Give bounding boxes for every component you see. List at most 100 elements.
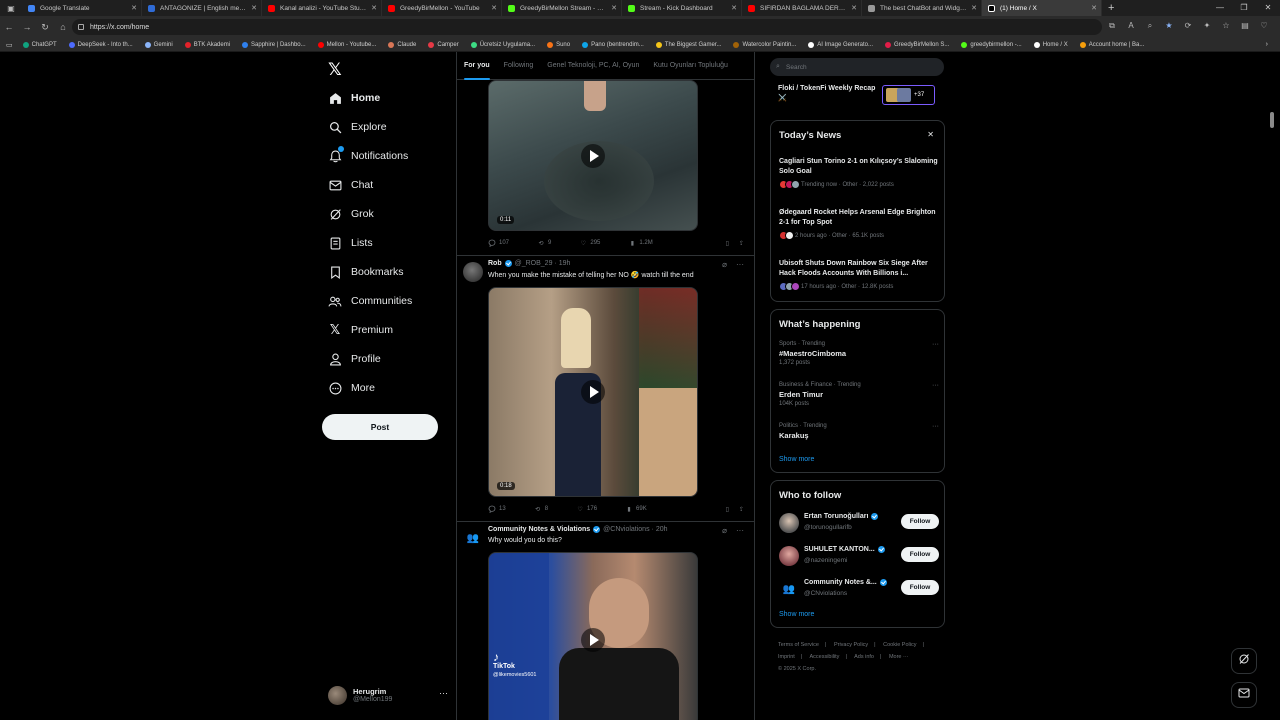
follow-button[interactable]: Follow <box>901 580 939 595</box>
tweet-time[interactable]: 20h <box>656 526 668 533</box>
reply-button[interactable]: 13 <box>488 505 506 513</box>
more-dots-icon[interactable]: ··· <box>736 526 744 535</box>
puzzle-icon[interactable]: ✦ <box>1201 21 1213 30</box>
tab-close-icon[interactable]: ✕ <box>131 4 137 12</box>
new-tab-icon[interactable]: + <box>1108 2 1114 14</box>
follow-button[interactable]: Follow <box>901 547 939 562</box>
news-item[interactable]: Ubisoft Shuts Down Rainbow Six Siege Aft… <box>779 259 939 291</box>
nav-item-communities[interactable]: Communities <box>328 289 412 313</box>
nav-item-chat[interactable]: Chat <box>328 173 373 197</box>
bookmark[interactable]: Claude <box>388 41 416 48</box>
nav-item-premium[interactable]: 𝕏 Premium <box>328 318 393 342</box>
bookmark[interactable]: BTK Akademi <box>184 41 230 48</box>
nav-item-notifications[interactable]: Notifications <box>328 144 408 168</box>
like-button[interactable]: ♡ 295 <box>579 239 601 247</box>
reply-button[interactable]: 107 <box>488 239 509 247</box>
browser-tab[interactable]: SIFIRDAN BAĞLAMA DERSİ 3 (EN... ✕ <box>742 0 862 16</box>
show-more-link[interactable]: Show more <box>779 611 814 618</box>
refresh-extension-icon[interactable]: ⟳ <box>1182 21 1194 30</box>
nav-item-profile[interactable]: Profile <box>328 347 381 371</box>
bookmark[interactable]: Gemini <box>144 41 173 48</box>
x-logo-icon[interactable]: 𝕏 <box>328 60 342 80</box>
maximize-icon[interactable]: ❐ <box>1232 0 1256 16</box>
tweet-time[interactable]: 19h <box>559 260 571 267</box>
home-button-icon[interactable]: ⌂ <box>54 22 72 32</box>
nav-item-home[interactable]: Home <box>328 86 380 110</box>
collections-icon[interactable]: ▤ <box>1239 21 1251 30</box>
url-field[interactable]: https://x.com/home <box>72 19 1102 35</box>
author-handle[interactable]: @_ROB_29 <box>515 260 553 267</box>
repost-button[interactable]: ⟲ 9 <box>537 239 552 247</box>
search-input[interactable]: ⌕ Search <box>770 58 944 76</box>
tab-community-board-games[interactable]: Kutu Oyunları Topluluğu <box>646 52 735 80</box>
play-icon[interactable] <box>581 143 605 168</box>
tab-close-icon[interactable]: ✕ <box>491 4 497 12</box>
tab-close-icon[interactable]: ✕ <box>611 4 617 12</box>
install-app-icon[interactable]: ⧉ <box>1106 21 1118 31</box>
post-button[interactable]: Post <box>322 414 438 440</box>
video-player[interactable]: ♪ TikTok @likemovies5601 <box>488 552 698 720</box>
bookmarks-folder-icon[interactable]: ▭ <box>6 41 13 49</box>
bookmark[interactable]: Pano (bentrendim... <box>582 41 644 48</box>
footer-link[interactable]: Accessibility <box>809 654 839 660</box>
follow-suggestion[interactable]: 👥 Community Notes &... @CNviolations Fol… <box>779 577 939 603</box>
zoom-icon[interactable]: ⌕ <box>1144 21 1156 31</box>
video-player[interactable]: 0:18 <box>488 287 698 497</box>
nav-item-grok[interactable]: Grok <box>328 202 374 226</box>
bookmark[interactable]: Suno <box>547 41 570 48</box>
follow-suggestion[interactable]: SUHULET KANTON... @nazeningemi Follow <box>779 544 939 570</box>
share-icon[interactable]: ⇪ <box>739 506 744 513</box>
tab-for-you[interactable]: For you <box>457 52 497 80</box>
footer-link[interactable]: Ads info <box>854 654 874 660</box>
author-name[interactable]: Rob <box>488 260 502 267</box>
more-dots-icon[interactable]: ··· <box>736 260 744 269</box>
bookmark[interactable]: Sapphire | Dashbo... <box>242 41 306 48</box>
views-button[interactable]: ▮ 1.2M <box>628 239 653 247</box>
site-info-icon[interactable] <box>78 24 84 30</box>
nav-item-more[interactable]: More <box>328 376 375 400</box>
bookmark-icon[interactable]: ▯ <box>726 506 729 513</box>
heart-icon[interactable]: ♡ <box>1258 21 1270 30</box>
news-item[interactable]: Ødegaard Rocket Helps Arsenal Edge Brigh… <box>779 208 939 240</box>
back-icon[interactable]: ← <box>0 22 18 32</box>
tab-close-icon[interactable]: ✕ <box>851 4 857 12</box>
promo-card[interactable]: Floki / TokenFi Weekly Recap ⚔️ +37 <box>778 84 943 108</box>
tab-actions-icon[interactable]: ▣ <box>0 4 22 13</box>
tab-close-icon[interactable]: ✕ <box>971 4 977 12</box>
browser-tab-active[interactable]: (1) Home / X ✕ <box>982 0 1102 16</box>
like-button[interactable]: ♡ 176 <box>576 505 597 513</box>
browser-tab[interactable]: The best ChatBot and Widgets for ...✕ <box>862 0 982 16</box>
share-icon[interactable]: ⇪ <box>739 240 744 247</box>
bookmark[interactable]: The Biggest Gamer... <box>655 41 721 48</box>
page-scrollbar[interactable] <box>1270 112 1274 128</box>
forward-icon[interactable]: → <box>18 22 36 32</box>
reload-icon[interactable]: ↻ <box>36 22 54 33</box>
more-bookmarks-icon[interactable]: › <box>1266 41 1268 48</box>
bookmark-icon[interactable]: ▯ <box>726 240 729 247</box>
views-button[interactable]: ▮ 69K <box>625 505 646 513</box>
footer-link[interactable]: More ··· <box>889 654 909 660</box>
nav-item-bookmarks[interactable]: Bookmarks <box>328 260 404 284</box>
close-icon[interactable]: ✕ <box>927 130 934 139</box>
bookmark[interactable]: Home / X <box>1033 41 1068 48</box>
minimize-icon[interactable]: — <box>1208 0 1232 16</box>
nav-item-explore[interactable]: Explore <box>328 115 387 139</box>
bookmark[interactable]: DeepSeek - Into th... <box>68 41 133 48</box>
play-icon[interactable] <box>581 627 605 652</box>
avatar[interactable]: 👥 <box>463 528 483 548</box>
video-player[interactable]: 0:11 <box>488 80 698 231</box>
more-dots-icon[interactable]: ··· <box>439 688 448 698</box>
tab-close-icon[interactable]: ✕ <box>1091 4 1097 12</box>
footer-link[interactable]: Cookie Policy <box>883 642 916 648</box>
follow-button[interactable]: Follow <box>901 514 939 529</box>
news-item[interactable]: Cagliari Stun Torino 2-1 on Kılıçsoy’s S… <box>779 157 939 189</box>
bookmark[interactable]: ChatGPT <box>22 41 57 48</box>
tab-close-icon[interactable]: ✕ <box>371 4 377 12</box>
author-name[interactable]: Community Notes & Violations <box>488 526 590 533</box>
repost-button[interactable]: ⟲ 8 <box>534 505 548 513</box>
play-icon[interactable] <box>581 380 605 404</box>
favorites-icon[interactable]: ☆ <box>1220 21 1232 30</box>
footer-link[interactable]: Imprint <box>778 654 795 660</box>
bookmark[interactable]: Camper <box>428 41 459 48</box>
bookmark[interactable]: greedybirmellon -... <box>961 41 1022 48</box>
